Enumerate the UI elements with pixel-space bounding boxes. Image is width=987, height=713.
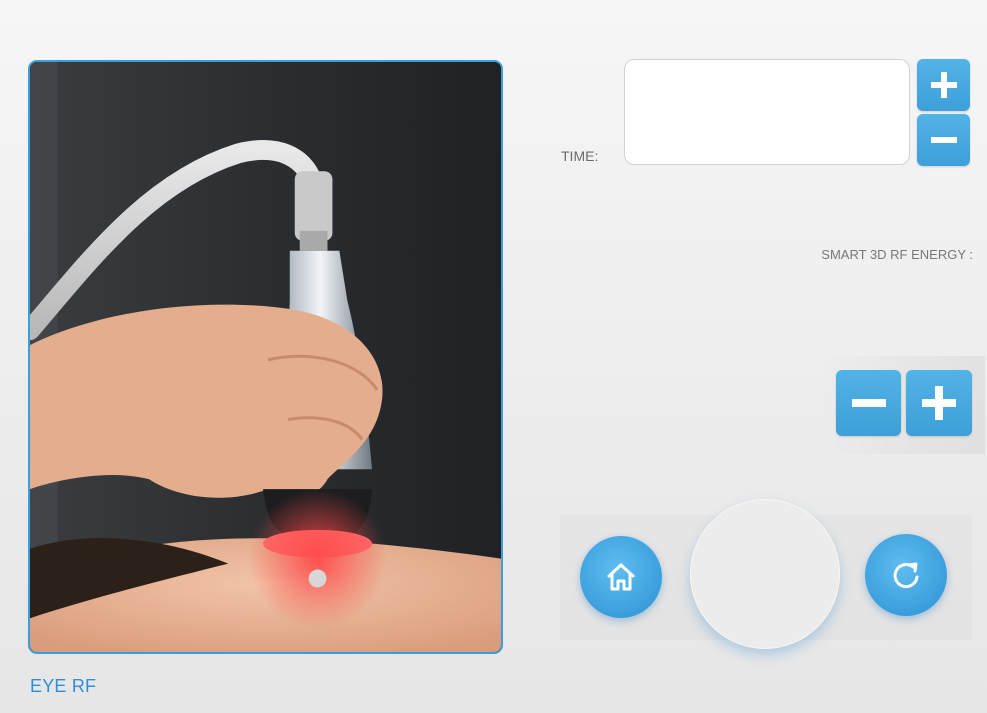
mode-caption: EYE RF <box>30 676 97 696</box>
time-label: TIME: <box>561 148 599 164</box>
refresh-icon <box>893 562 919 589</box>
start-button[interactable] <box>690 499 840 649</box>
energy-increase-button[interactable] <box>906 370 972 436</box>
minus-icon <box>930 137 957 143</box>
minus-icon <box>851 399 886 407</box>
plus-icon <box>922 386 956 420</box>
time-display <box>624 59 910 165</box>
energy-label: SMART 3D RF ENERGY : <box>821 247 973 262</box>
time-decrease-button[interactable] <box>917 114 970 166</box>
home-button[interactable] <box>580 536 662 618</box>
plus-icon <box>930 72 957 98</box>
time-increase-button[interactable] <box>917 59 970 111</box>
reset-button[interactable] <box>865 534 947 616</box>
handpiece-illustration <box>30 62 501 652</box>
energy-decrease-button[interactable] <box>836 370 901 436</box>
home-icon <box>607 563 635 591</box>
treatment-photo <box>28 60 503 654</box>
